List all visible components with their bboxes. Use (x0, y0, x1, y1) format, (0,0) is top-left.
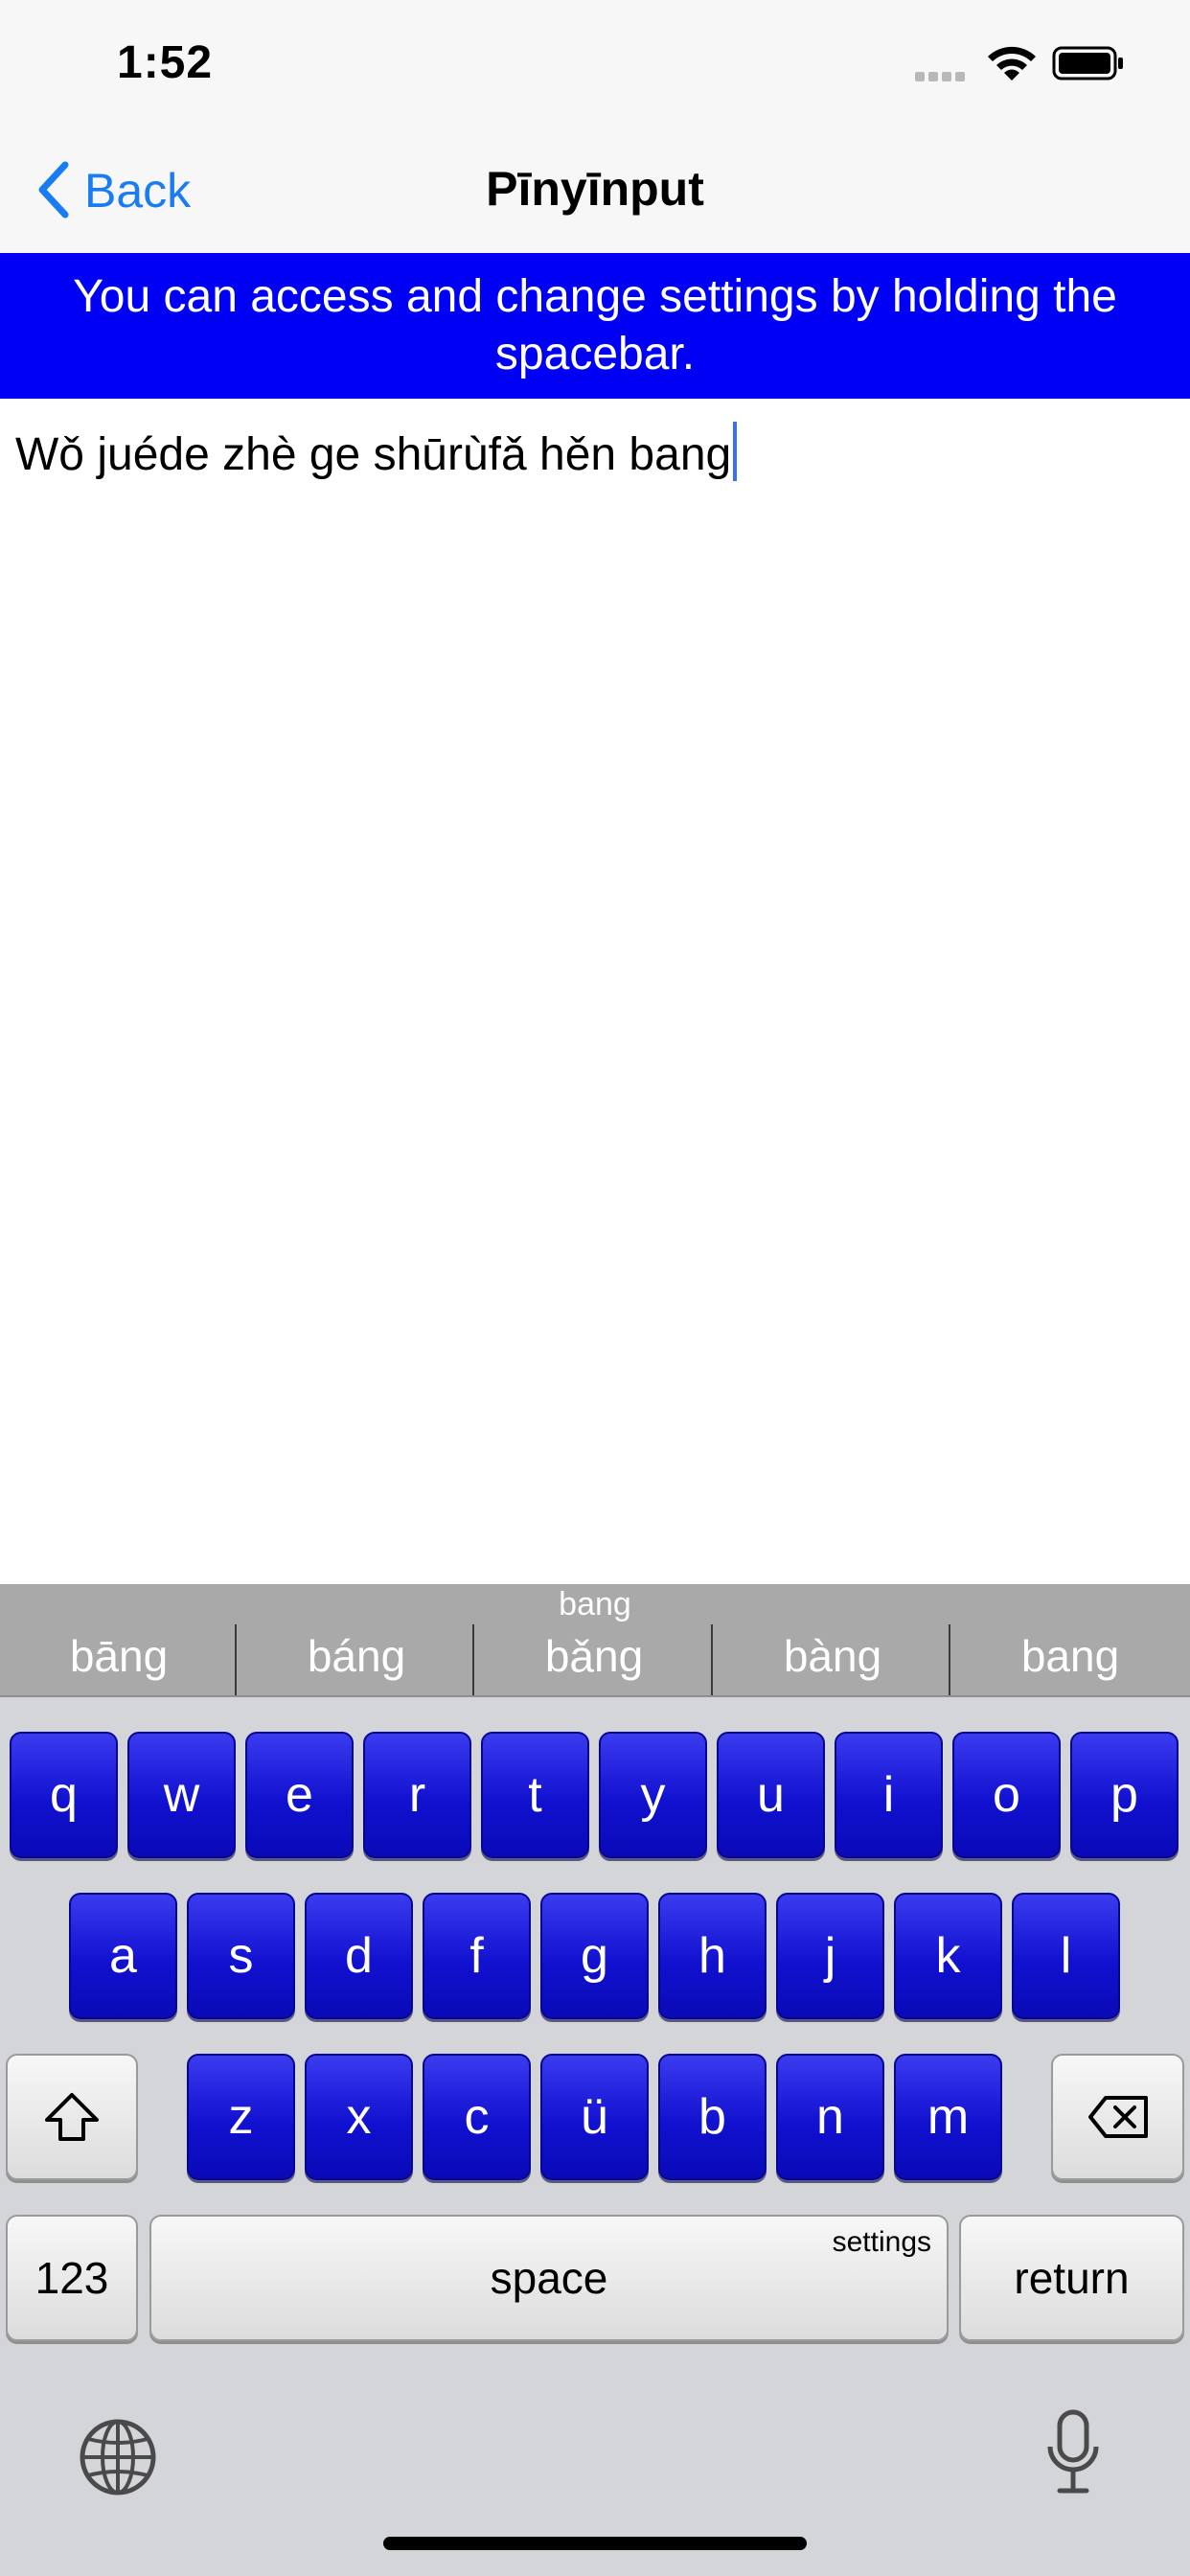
suggestion-item[interactable]: báng (238, 1630, 475, 1682)
suggestion-divider (711, 1624, 713, 1695)
key-a[interactable]: a (69, 1893, 177, 2019)
key-b[interactable]: b (658, 2054, 767, 2180)
key-n[interactable]: n (776, 2054, 884, 2180)
editor-text: Wǒ juéde zhè ge shūrùfǎ hěn bang (15, 429, 732, 480)
space-settings-hint: settings (832, 2226, 931, 2258)
key-y[interactable]: y (599, 1732, 707, 1858)
key-s[interactable]: s (187, 1893, 295, 2019)
key-z[interactable]: z (187, 2054, 295, 2180)
keyboard: bang bāng báng bǎng bàng bang q w e r t … (0, 1584, 1190, 2576)
suggestion-input-label: bang (559, 1586, 631, 1622)
cellular-icon (915, 69, 973, 81)
delete-icon (1087, 2096, 1148, 2138)
key-x[interactable]: x (305, 2054, 413, 2180)
key-h[interactable]: h (658, 1893, 767, 2019)
space-bar[interactable]: space settings (149, 2215, 949, 2341)
key-p[interactable]: p (1070, 1732, 1179, 1858)
key-e[interactable]: e (245, 1732, 354, 1858)
key-t[interactable]: t (481, 1732, 589, 1858)
key-l[interactable]: l (1012, 1893, 1120, 2019)
return-key[interactable]: return (959, 2215, 1184, 2341)
space-label: space (490, 2253, 608, 2303)
globe-icon[interactable] (79, 2418, 157, 2496)
page-title: Pīnyīnput (486, 162, 704, 216)
suggestion-divider (949, 1624, 950, 1695)
key-d[interactable]: d (305, 1893, 413, 2019)
battery-icon (1052, 46, 1123, 80)
key-i[interactable]: i (835, 1732, 943, 1858)
suggestion-item[interactable]: bàng (714, 1630, 951, 1682)
key-r[interactable]: r (363, 1732, 471, 1858)
key-q[interactable]: q (10, 1732, 118, 1858)
key-w[interactable]: w (127, 1732, 236, 1858)
settings-hint-banner: You can access and change settings by ho… (0, 253, 1190, 399)
key-k[interactable]: k (894, 1893, 1002, 2019)
key-u-umlaut[interactable]: ü (540, 2054, 649, 2180)
suggestion-item[interactable]: bāng (0, 1630, 238, 1682)
microphone-icon[interactable] (1044, 2408, 1102, 2496)
key-c[interactable]: c (423, 2054, 531, 2180)
home-indicator[interactable] (383, 2537, 807, 2550)
suggestion-item[interactable]: bang (951, 1630, 1189, 1682)
status-time: 1:52 (117, 37, 214, 88)
suggestion-bar: bang bāng báng bǎng bàng bang (0, 1584, 1190, 1697)
suggestion-item[interactable]: bǎng (475, 1630, 713, 1682)
shift-icon (45, 2093, 99, 2141)
numbers-key[interactable]: 123 (6, 2215, 138, 2341)
suggestion-divider (472, 1624, 474, 1695)
key-f[interactable]: f (423, 1893, 531, 2019)
navigation-area: 1:52 Back Pīnyīnput (0, 0, 1190, 253)
delete-key[interactable] (1051, 2054, 1184, 2180)
key-g[interactable]: g (540, 1893, 649, 2019)
key-j[interactable]: j (776, 1893, 884, 2019)
key-o[interactable]: o (952, 1732, 1061, 1858)
shift-key[interactable] (6, 2054, 138, 2180)
wifi-icon (988, 46, 1036, 80)
banner-text: You can access and change settings by ho… (73, 271, 1117, 380)
key-m[interactable]: m (894, 2054, 1002, 2180)
text-caret (733, 422, 738, 481)
text-editor[interactable]: Wǒ juéde zhè ge shūrùfǎ hěn bang (15, 422, 738, 481)
suggestion-divider (235, 1624, 237, 1695)
key-u[interactable]: u (717, 1732, 825, 1858)
